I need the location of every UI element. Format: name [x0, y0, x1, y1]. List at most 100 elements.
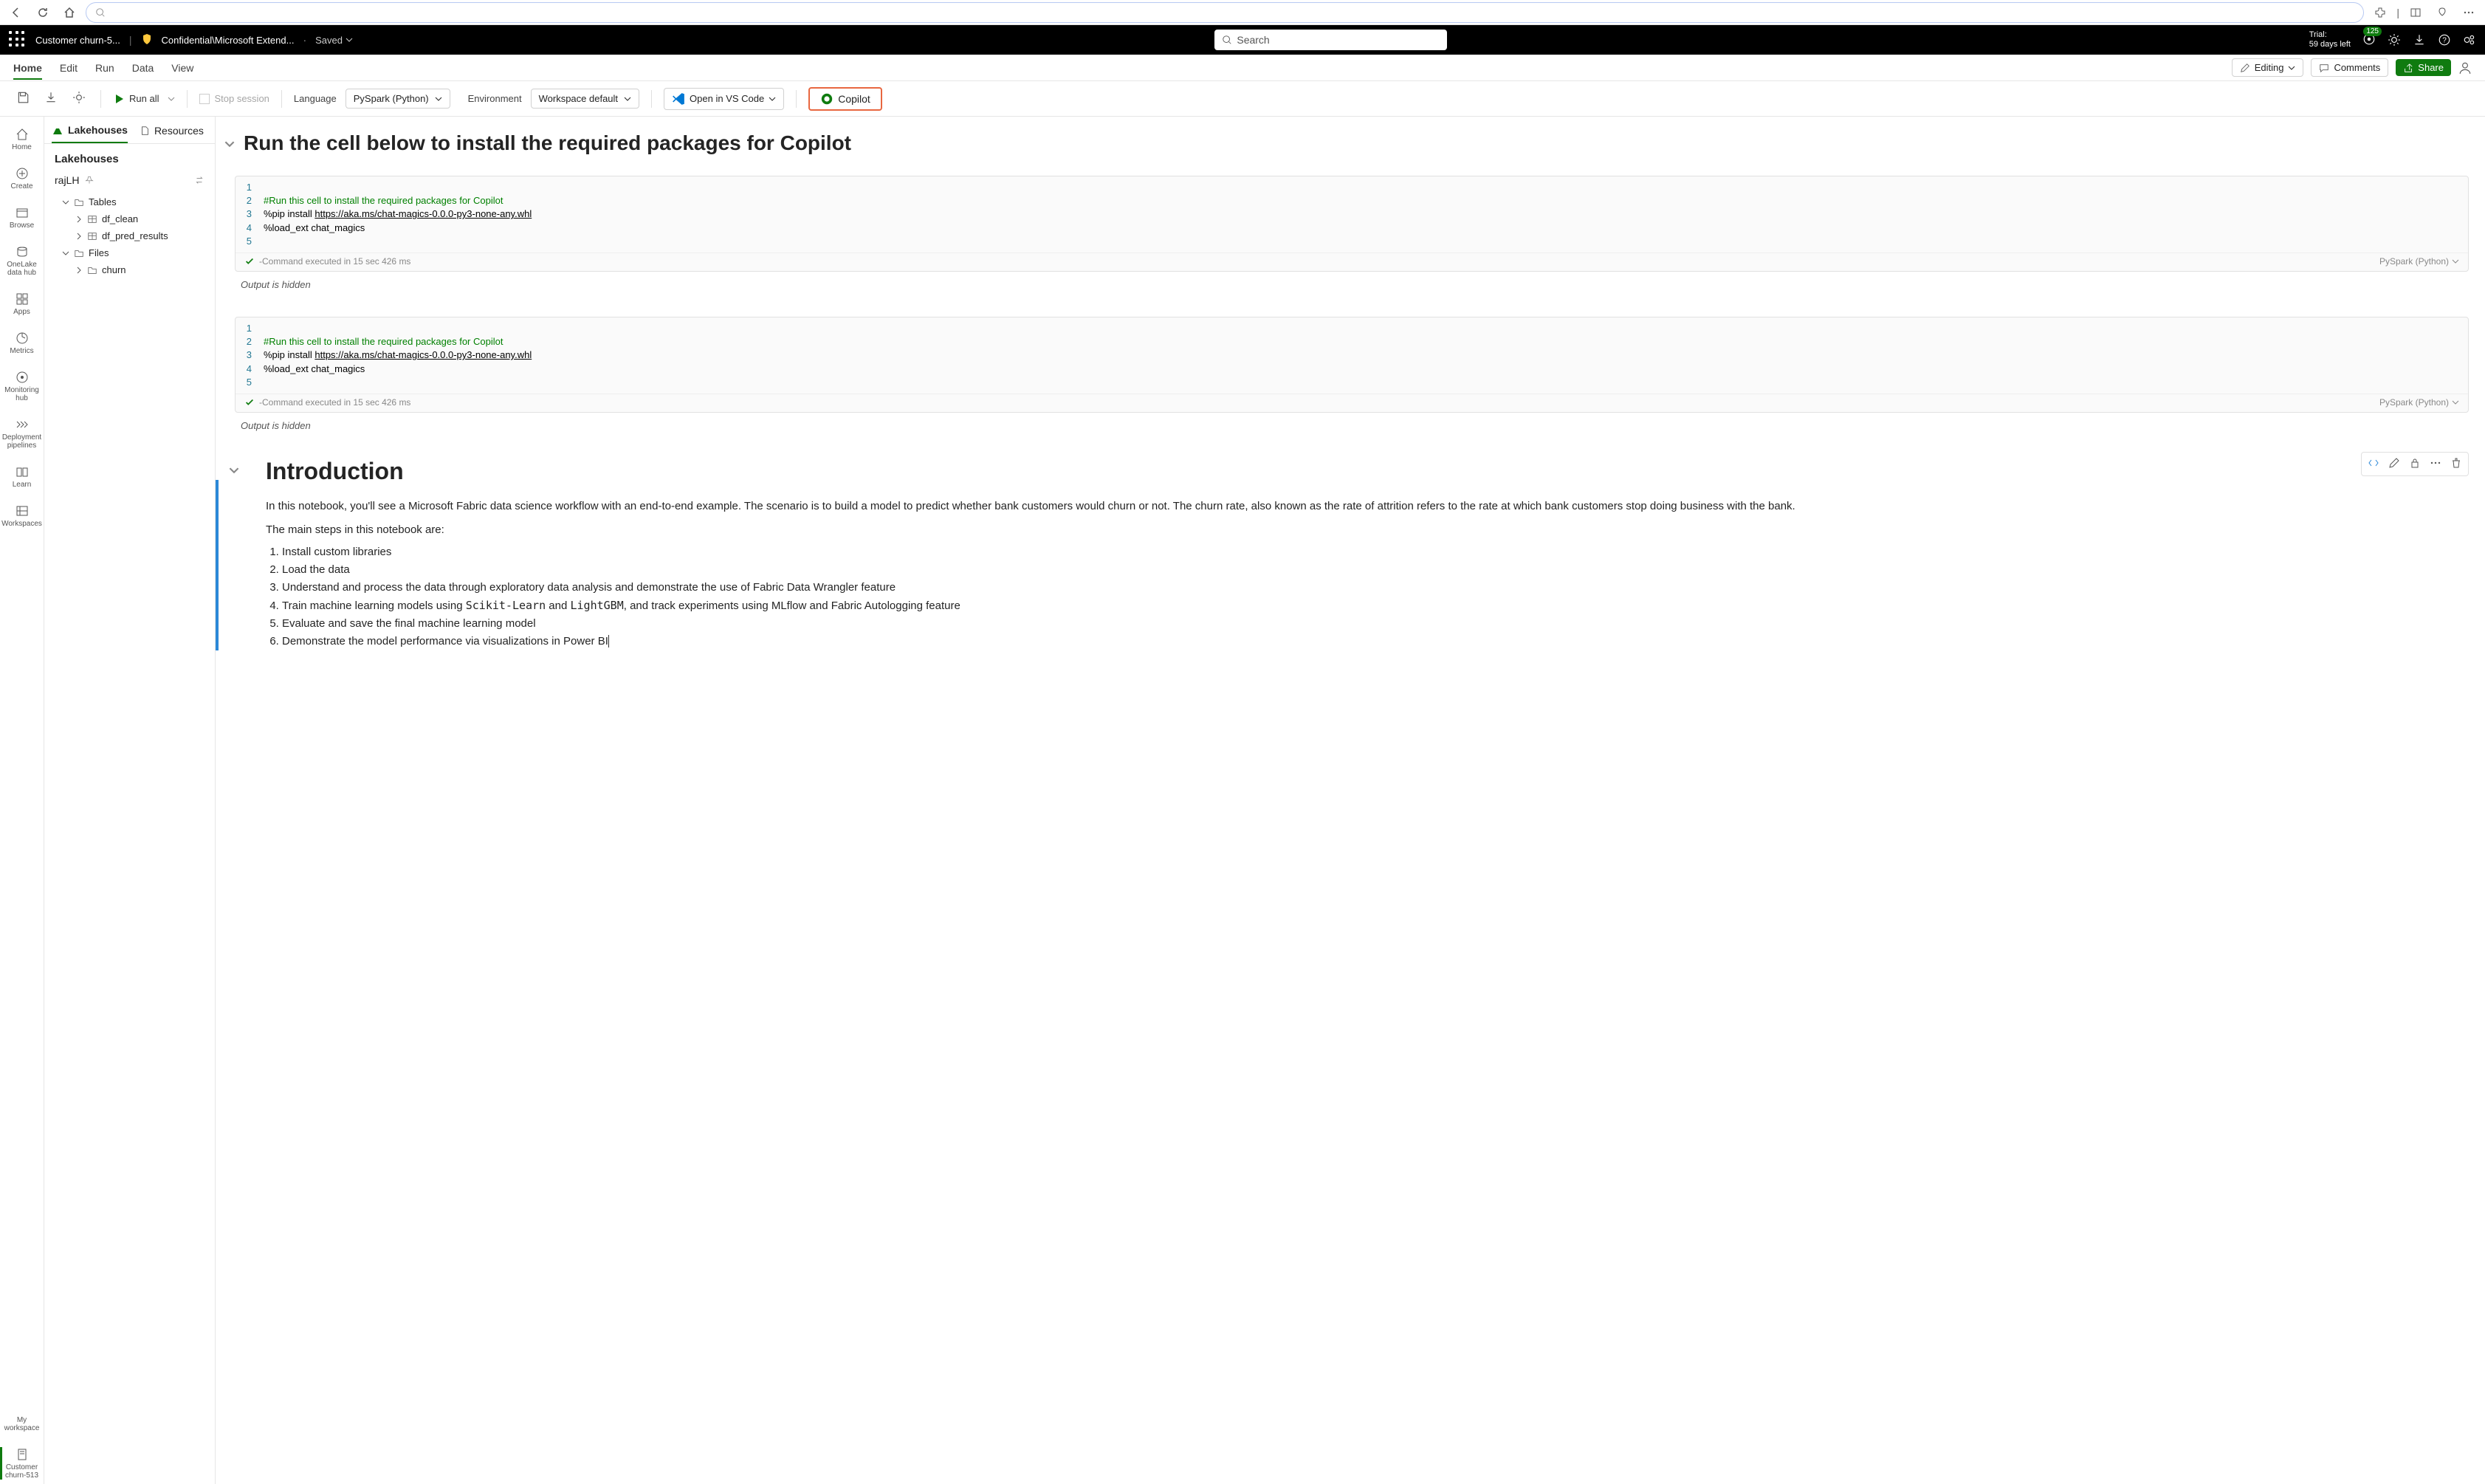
- lock-icon[interactable]: [2406, 454, 2424, 474]
- explorer-tab-lakehouses[interactable]: Lakehouses: [52, 124, 128, 143]
- language-label: Language: [294, 93, 337, 104]
- output-hidden-label[interactable]: Output is hidden: [241, 416, 2469, 440]
- more-icon[interactable]: [2427, 454, 2444, 474]
- search-icon: [95, 7, 106, 18]
- settings-icon[interactable]: [69, 88, 89, 109]
- step-item: Load the data: [282, 561, 1795, 579]
- exec-status: -Command executed in 15 sec 426 ms: [259, 256, 410, 267]
- rail-workspaces[interactable]: Workspaces: [0, 499, 44, 532]
- tab-home[interactable]: Home: [13, 56, 42, 80]
- files-folder[interactable]: Files: [58, 244, 215, 261]
- favorites-icon[interactable]: [2432, 2, 2453, 23]
- chevron-down-icon: [62, 199, 69, 206]
- editing-mode-button[interactable]: Editing: [2232, 58, 2304, 77]
- chevron-down-icon: [2288, 64, 2295, 72]
- rail-current-notebook[interactable]: Customer churn-513: [0, 1443, 44, 1484]
- search-box[interactable]: Search: [1214, 30, 1447, 50]
- notification-badge: 125: [2363, 27, 2382, 36]
- collapse-section-icon[interactable]: [229, 465, 239, 475]
- markdown-cell[interactable]: Introduction In this notebook, you'll se…: [220, 458, 2469, 650]
- app-launcher-icon[interactable]: [9, 31, 27, 49]
- code-cell[interactable]: 12345 #Run this cell to install the requ…: [235, 176, 2469, 272]
- notebook-name[interactable]: Customer churn-5...: [35, 35, 120, 46]
- help-icon[interactable]: ?: [2438, 33, 2451, 47]
- rail-my-workspace[interactable]: My workspace: [0, 1412, 44, 1437]
- share-button[interactable]: Share: [2396, 59, 2451, 76]
- account-icon[interactable]: [2463, 33, 2476, 47]
- pin-icon[interactable]: [85, 176, 94, 185]
- comments-button[interactable]: Comments: [2311, 58, 2388, 77]
- more-icon[interactable]: [2458, 2, 2479, 23]
- steps-list: Install custom libraries Load the data U…: [266, 543, 1795, 650]
- settings-icon[interactable]: [2388, 33, 2401, 47]
- rail-learn[interactable]: Learn: [0, 460, 44, 493]
- intro-paragraph: The main steps in this notebook are:: [266, 522, 1795, 539]
- chevron-down-icon: [769, 95, 776, 103]
- cell-language[interactable]: PySpark (Python): [2379, 397, 2459, 408]
- explorer-tab-resources[interactable]: Resources: [140, 125, 204, 142]
- confidentiality-label[interactable]: Confidential\Microsoft Extend...: [162, 35, 295, 46]
- rail-pipelines[interactable]: Deployment pipelines: [0, 413, 44, 454]
- output-hidden-label[interactable]: Output is hidden: [241, 275, 2469, 299]
- intro-heading: Introduction: [266, 458, 1795, 485]
- table-item[interactable]: df_pred_results: [71, 227, 215, 244]
- folder-icon: [87, 265, 97, 275]
- collapse-section-icon[interactable]: [224, 139, 235, 149]
- code-content[interactable]: #Run this cell to install the required p…: [264, 322, 532, 389]
- main-layout: Home Create Browse OneLake data hub Apps…: [0, 117, 2485, 1484]
- rail-monitoring[interactable]: Monitoring hub: [0, 365, 44, 407]
- download-icon[interactable]: [41, 88, 61, 109]
- home-button[interactable]: [59, 2, 80, 23]
- swap-icon[interactable]: [194, 175, 204, 185]
- share-icon: [2403, 63, 2413, 73]
- download-icon[interactable]: [2413, 33, 2426, 47]
- lakehouse-item[interactable]: rajLH: [44, 170, 215, 190]
- lakehouses-heading: Lakehouses: [44, 144, 215, 170]
- tables-folder[interactable]: Tables: [58, 193, 215, 210]
- split-screen-icon[interactable]: [2405, 2, 2426, 23]
- rail-metrics[interactable]: Metrics: [0, 326, 44, 360]
- open-vscode-button[interactable]: Open in VS Code: [664, 88, 784, 110]
- run-all-button[interactable]: Run all: [113, 93, 159, 105]
- notebook-canvas[interactable]: Run the cell below to install the requir…: [216, 117, 2485, 1484]
- url-bar[interactable]: [86, 2, 2364, 23]
- edit-icon[interactable]: [2385, 454, 2403, 474]
- environment-select[interactable]: Workspace default: [531, 89, 639, 109]
- refresh-button[interactable]: [32, 2, 53, 23]
- cell-language[interactable]: PySpark (Python): [2379, 256, 2459, 267]
- check-icon: [244, 256, 255, 267]
- chevron-down-icon[interactable]: [168, 95, 175, 103]
- rail-home[interactable]: Home: [0, 123, 44, 156]
- search-icon: [1222, 35, 1232, 45]
- code-content[interactable]: #Run this cell to install the required p…: [264, 181, 532, 248]
- tab-data[interactable]: Data: [132, 56, 154, 80]
- code-cell[interactable]: 12345 #Run this cell to install the requ…: [235, 317, 2469, 413]
- intro-paragraph: In this notebook, you'll see a Microsoft…: [266, 498, 1795, 515]
- tab-view[interactable]: View: [171, 56, 193, 80]
- rail-apps[interactable]: Apps: [0, 287, 44, 320]
- table-icon: [87, 231, 97, 241]
- rail-create[interactable]: Create: [0, 162, 44, 195]
- rail-browse[interactable]: Browse: [0, 201, 44, 234]
- environment-label: Environment: [468, 93, 522, 104]
- delete-icon[interactable]: [2447, 454, 2465, 474]
- file-folder-item[interactable]: churn: [71, 261, 215, 278]
- shield-icon: [141, 33, 153, 47]
- tab-edit[interactable]: Edit: [60, 56, 78, 80]
- table-item[interactable]: df_clean: [71, 210, 215, 227]
- extensions-icon[interactable]: [2370, 2, 2391, 23]
- rail-onelake[interactable]: OneLake data hub: [0, 240, 44, 281]
- tab-run[interactable]: Run: [95, 56, 114, 80]
- back-button[interactable]: [6, 2, 27, 23]
- persona-icon[interactable]: [2458, 61, 2472, 75]
- save-status[interactable]: Saved: [315, 35, 353, 46]
- convert-code-icon[interactable]: [2365, 454, 2382, 474]
- copilot-button[interactable]: Copilot: [808, 87, 882, 111]
- notifications-button[interactable]: 125: [2362, 32, 2376, 48]
- toolbar: Run all Stop session Language PySpark (P…: [0, 81, 2485, 117]
- cell-footer: -Command executed in 15 sec 426 ms PySpa…: [236, 253, 2468, 271]
- language-select[interactable]: PySpark (Python): [346, 89, 450, 109]
- line-gutter: 12345: [243, 181, 264, 248]
- save-icon[interactable]: [13, 88, 32, 109]
- folder-icon: [74, 197, 84, 207]
